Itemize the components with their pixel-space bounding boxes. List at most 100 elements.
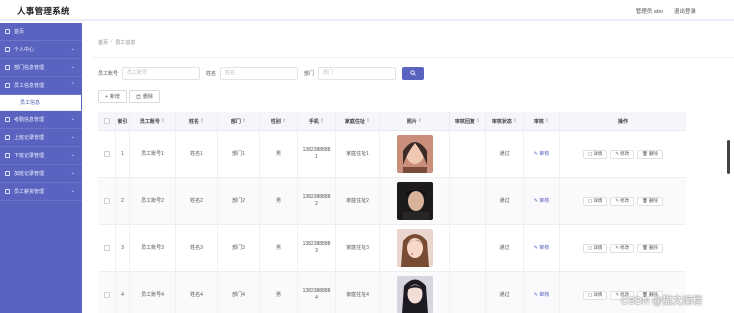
col-review[interactable]: 审核 ⇕ [524,112,560,130]
approve-link[interactable]: ✎ 审核 [534,151,550,158]
sidebar-item-attendance[interactable]: 考勤信息管理 ⌄ [0,111,82,129]
approve-link[interactable]: ✎ 审核 [534,198,550,205]
row-checkbox[interactable] [103,292,110,298]
sidebar: 首页 个人中心 ⌄ 部门信息管理 ⌄ 员工信息管理 ⌃ 员工信息 考勤信息管理 … [0,23,82,313]
cell-employee-no: 员工账号2 [130,178,176,224]
cell-photo [380,131,450,177]
sidebar-item-checkout[interactable]: 下班记录管理 ⌄ [0,147,82,165]
sidebar-item-label: 下班记录管理 [14,153,45,159]
col-address[interactable]: 家庭住址 ⇕ [336,112,380,130]
sidebar-item-label: 加班记录管理 [14,171,45,177]
cell-review-status: 通过 [486,178,524,224]
name-input[interactable] [220,66,299,80]
employee-table: 索引 员工账号 ⇕ 姓名 ⇕ 部门 ⇕ 性别 ⇕ 手机 ⇕ 家庭住址 ⇕ 照片 ⇕ 审核回复 ⇕… [98,112,686,313]
chevron-down-icon: ⌄ [70,188,75,194]
row-checkbox[interactable] [103,198,110,204]
approve-link[interactable]: ✎ 审核 [534,245,550,252]
col-review-reply[interactable]: 审核回复 ⇕ [450,112,486,130]
sidebar-item-checkin[interactable]: 上班记录管理 ⌄ [0,129,82,147]
delete-row-button[interactable]: 🗑 删除 [637,243,663,253]
sidebar-item-home[interactable]: 首页 [0,23,82,41]
cell-index: 1 [116,131,130,177]
top-bar: 人事管理系统 管理员 abo 退出登录 [0,0,734,21]
detail-button[interactable]: ▢ 详情 [583,243,608,253]
name-label: 姓名 [206,70,217,77]
logout-link[interactable]: 退出登录 [674,7,696,15]
edit-button[interactable]: ✎ 修改 [610,149,635,159]
cell-review-reply [450,178,486,224]
approve-link[interactable]: ✎ 审核 [534,292,550,299]
edit-button[interactable]: ✎ 修改 [610,196,635,206]
cell-dept: 部门4 [218,272,260,313]
row-checkbox[interactable] [103,151,110,157]
cell-photo [380,178,450,224]
cell-gender: 男 [260,272,298,313]
sidebar-item-label: 部门信息管理 [14,65,45,71]
table-row: 2 员工账号2 姓名2 部门2 男 1382388888 2 家庭住址2 通过 ✎… [98,178,686,225]
table-row: 3 员工账号3 姓名3 部门3 男 1382388888 3 家庭住址3 通过 ✎… [98,225,686,272]
sidebar-item-dept[interactable]: 部门信息管理 ⌄ [0,59,82,77]
select-all-checkbox[interactable] [103,118,110,124]
cell-review-status: 通过 [486,225,524,271]
cell-review: ✎ 审核 [524,131,560,177]
delete-row-button[interactable]: 🗑 删除 [637,196,663,206]
cell-address: 家庭住址1 [336,131,380,177]
search-icon [410,70,416,76]
col-name[interactable]: 姓名 ⇕ [176,112,218,130]
col-dept[interactable]: 部门 ⇕ [218,112,260,130]
col-gender[interactable]: 性别 ⇕ [260,112,298,130]
sidebar-item-label: 上班记录管理 [14,135,45,141]
col-photo[interactable]: 照片 ⇕ [380,112,450,130]
delete-row-button[interactable]: 🗑 删除 [637,149,663,159]
cell-review-reply [450,131,486,177]
sidebar-item-employee[interactable]: 员工信息管理 ⌃ [0,77,82,95]
chevron-down-icon: ⌄ [70,152,75,158]
scrollbar-thumb[interactable] [727,140,730,174]
row-checkbox[interactable] [103,245,110,251]
employee-no-input[interactable] [122,66,201,80]
add-button[interactable]: + 新增 [98,90,127,103]
edit-icon: ✎ [615,292,620,297]
breadcrumb-home[interactable]: 首页 [98,39,108,46]
cell-photo [380,272,450,313]
search-button[interactable] [402,66,425,80]
delete-button-label: 删除 [142,94,153,100]
edit-icon: ✎ [615,198,620,203]
table-header: 索引 员工账号 ⇕ 姓名 ⇕ 部门 ⇕ 性别 ⇕ 手机 ⇕ 家庭住址 ⇕ 照片 ⇕ 审核回复 ⇕… [98,112,686,131]
chevron-up-icon: ⌃ [70,82,75,88]
col-review-status[interactable]: 审核状态 ⇕ [486,112,524,130]
cell-dept: 部门1 [218,131,260,177]
sidebar-subitem-employee-info[interactable]: 员工信息 [0,95,82,111]
table-row: 4 员工账号4 姓名4 部门4 男 1382388888 4 家庭住址4 通过 ✎… [98,272,686,313]
col-phone[interactable]: 手机 ⇕ [298,112,336,130]
sidebar-item-label: 考勤信息管理 [14,117,45,123]
menu-icon [5,135,10,140]
trash-icon: 🗑 [642,198,648,203]
edit-button[interactable]: ✎ 修改 [610,243,635,253]
detail-button[interactable]: ▢ 详情 [583,149,608,159]
dept-label: 部门 [304,70,315,77]
cell-name: 姓名3 [176,225,218,271]
sidebar-item-profile[interactable]: 个人中心 ⌄ [0,41,82,59]
col-employee-no[interactable]: 员工账号 ⇕ [130,112,176,130]
sidebar-item-salary[interactable]: 员工薪资管理 ⌄ [0,183,82,201]
cell-ops: ▢ 详情 ✎ 修改 🗑 删除 [560,178,686,224]
cell-employee-no: 员工账号1 [130,131,176,177]
search-bar: 员工账号 姓名 部门 [98,66,425,80]
col-index[interactable]: 索引 [116,112,130,130]
cell-review-reply [450,225,486,271]
sidebar-item-overtime[interactable]: 加班记录管理 ⌄ [0,165,82,183]
delete-button[interactable]: 删除 [128,90,160,103]
employee-photo [396,229,433,267]
chevron-down-icon: ⌄ [70,64,75,70]
menu-icon [5,189,10,194]
cell-index: 4 [116,272,130,313]
sidebar-item-label: 首页 [14,29,25,35]
cell-gender: 男 [260,131,298,177]
dept-input[interactable] [318,66,397,80]
detail-button[interactable]: ▢ 详情 [583,196,608,206]
detail-button[interactable]: ▢ 详情 [583,290,608,300]
user-label[interactable]: 管理员 abo [636,7,663,15]
divider [92,57,734,58]
chevron-down-icon: ⌄ [70,46,75,52]
